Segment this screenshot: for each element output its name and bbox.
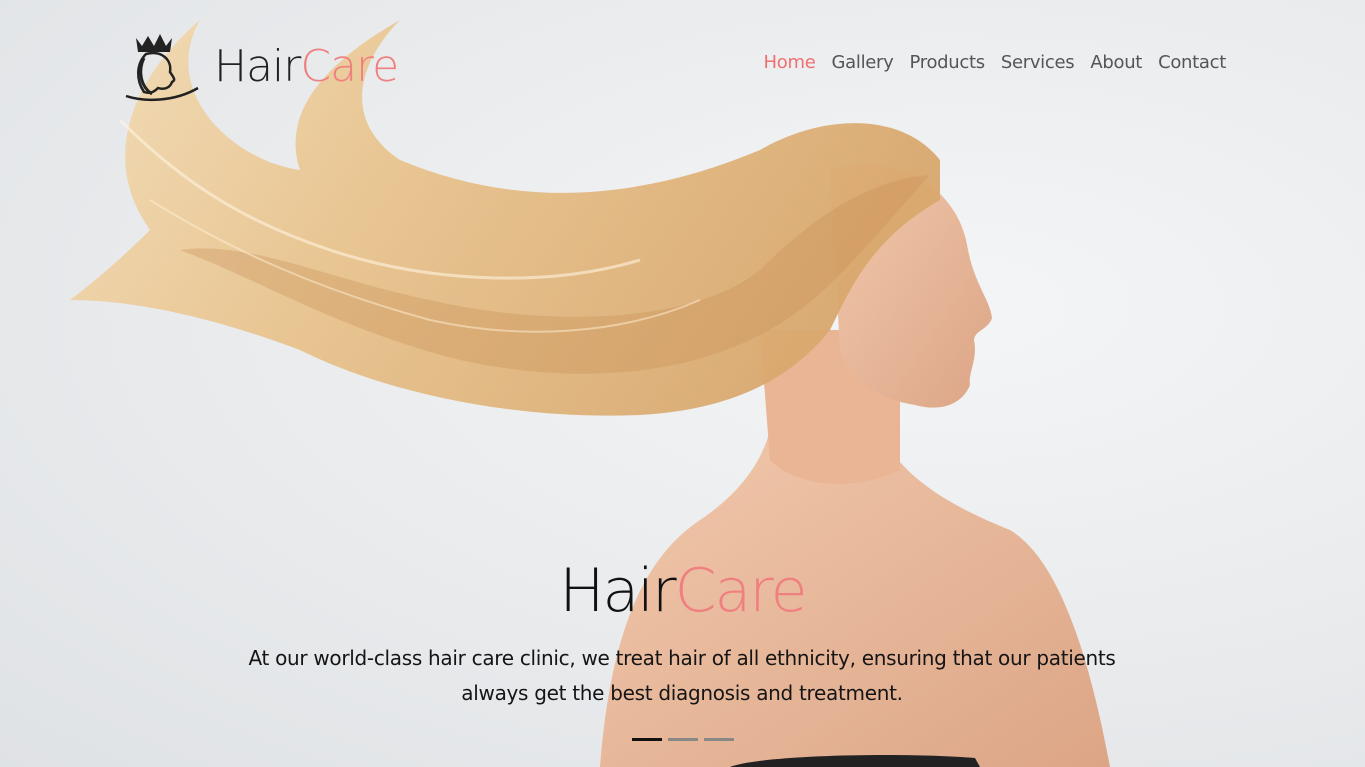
brand-name-part1: Hair bbox=[214, 40, 301, 92]
brand-logo[interactable]: HairCare bbox=[124, 30, 399, 102]
carousel-indicator-1[interactable] bbox=[632, 738, 662, 741]
nav-item-products[interactable]: Products bbox=[902, 52, 993, 73]
carousel-indicator-3[interactable] bbox=[704, 738, 734, 741]
hero-title: HairCare bbox=[0, 556, 1365, 626]
main-nav: Home Gallery Products Services About Con… bbox=[756, 52, 1234, 73]
nav-item-gallery[interactable]: Gallery bbox=[823, 52, 901, 73]
brand-name-part2: Care bbox=[300, 40, 399, 92]
crowned-woman-profile-icon bbox=[125, 34, 199, 101]
nav-item-services[interactable]: Services bbox=[993, 52, 1083, 73]
nav-item-home[interactable]: Home bbox=[756, 52, 824, 73]
nav-item-about[interactable]: About bbox=[1082, 52, 1150, 73]
hero-title-part1: Hair bbox=[559, 556, 676, 626]
nav-item-contact[interactable]: Contact bbox=[1150, 52, 1234, 73]
carousel-indicator-2[interactable] bbox=[668, 738, 698, 741]
hero-tagline: At our world-class hair care clinic, we … bbox=[248, 646, 1116, 705]
hero-title-part2: Care bbox=[674, 556, 808, 626]
brand-name: HairCare bbox=[214, 40, 399, 92]
hero-slide: HairCare Home Gallery Products Services … bbox=[0, 0, 1365, 767]
carousel-indicators bbox=[632, 738, 734, 741]
